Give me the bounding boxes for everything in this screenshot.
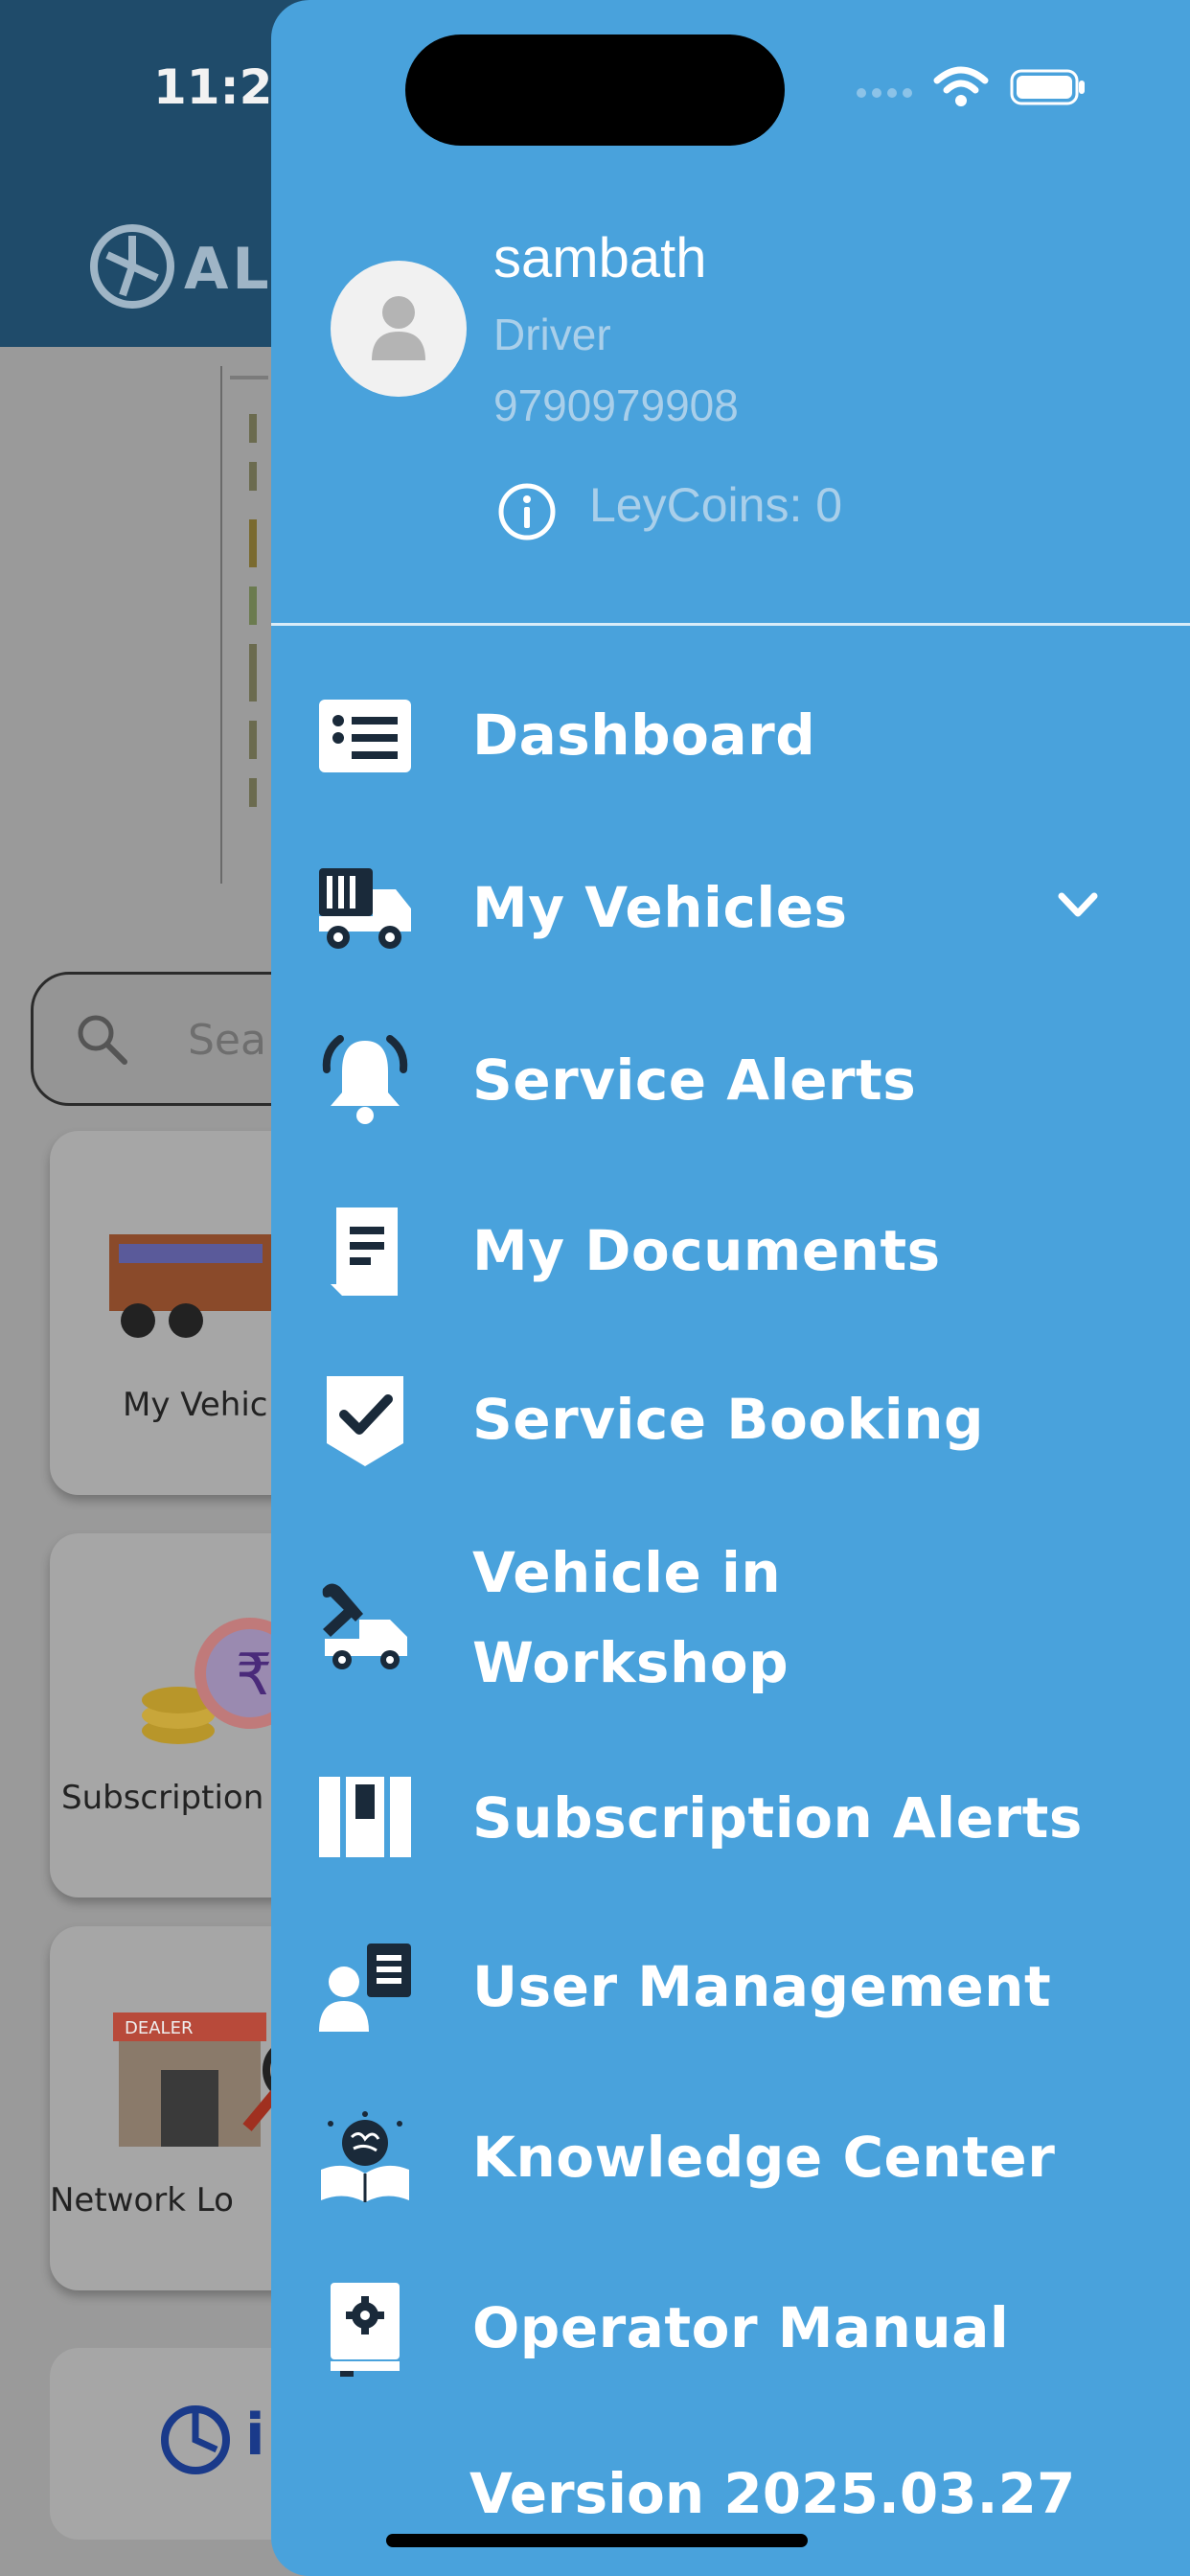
menu-label: Dashboard <box>472 702 816 768</box>
profile-name: sambath <box>493 227 707 289</box>
menu-item-knowledge-center[interactable]: Knowledge Center <box>271 2085 1190 2229</box>
person-icon <box>372 296 425 360</box>
brand-logo-small-icon <box>161 2405 230 2474</box>
dynamic-island <box>405 34 785 146</box>
card-label: My Vehic <box>123 1386 268 1424</box>
user-manage-icon <box>319 1944 411 2032</box>
signal-dots-icon <box>857 88 912 98</box>
card-bottom-text: i <box>245 2402 265 2469</box>
avatar[interactable] <box>331 261 467 397</box>
menu-label: Subscription Alerts <box>472 1785 1083 1851</box>
menu-label: My Vehicles <box>472 875 848 940</box>
profile-divider <box>271 623 1190 626</box>
search-icon <box>78 1015 127 1065</box>
menu-item-user-management[interactable]: User Management <box>271 1915 1190 2058</box>
menu-label-line2: Workshop <box>472 1630 790 1695</box>
wrench-truck-icon <box>322 1583 407 1669</box>
info-icon[interactable] <box>496 481 558 542</box>
menu-label: User Management <box>472 1954 1052 2019</box>
menu-label: My Documents <box>472 1218 941 1283</box>
brand-logo-text: AL <box>184 236 273 303</box>
document-icon <box>331 1208 398 1296</box>
brand-logo-icon <box>90 224 174 309</box>
card-label: Network Lo <box>50 2181 234 2220</box>
menu-item-dashboard[interactable]: Dashboard <box>271 663 1190 807</box>
app-version: Version 2025.03.27 <box>469 2461 1076 2526</box>
wifi-icon <box>933 66 989 106</box>
card-label: Subscription <box>61 1779 264 1817</box>
list-icon <box>319 700 411 772</box>
menu-label: Service Alerts <box>472 1047 917 1113</box>
menu-item-my-vehicles[interactable]: My Vehicles <box>271 836 1190 979</box>
leycoins-balance: LeyCoins: 0 <box>589 478 843 532</box>
menu-label: Service Booking <box>472 1387 984 1452</box>
svg-text:₹: ₹ <box>236 1642 272 1709</box>
menu-item-subscription-alerts[interactable]: Subscription Alerts <box>271 1746 1190 1890</box>
bell-icon <box>322 1035 408 1124</box>
search-placeholder: Sea <box>188 1016 266 1065</box>
columns-icon <box>319 1777 411 1857</box>
battery-icon <box>1010 69 1085 105</box>
menu-label: Knowledge Center <box>472 2125 1056 2190</box>
checkmark-badge-icon <box>327 1376 403 1466</box>
manual-gear-icon <box>331 2283 400 2377</box>
brain-book-icon <box>321 2111 409 2202</box>
menu-label: Operator Manual <box>472 2295 1010 2360</box>
truck-icon <box>319 868 411 949</box>
menu-item-service-alerts[interactable]: Service Alerts <box>271 1008 1190 1152</box>
home-indicator[interactable] <box>386 2534 808 2547</box>
profile-phone: 9790979908 <box>493 380 739 430</box>
profile-role: Driver <box>493 310 611 359</box>
menu-label: Vehicle in <box>472 1540 782 1605</box>
menu-item-service-booking[interactable]: Service Booking <box>271 1347 1190 1491</box>
menu-item-operator-manual[interactable]: Operator Manual <box>271 2256 1190 2400</box>
chevron-down-icon[interactable] <box>1054 886 1102 925</box>
menu-item-vehicle-in-workshop[interactable]: Vehicle in Workshop <box>271 1528 1190 1719</box>
menu-item-my-documents[interactable]: My Documents <box>271 1179 1190 1322</box>
svg-text:DEALER: DEALER <box>125 2018 193 2038</box>
